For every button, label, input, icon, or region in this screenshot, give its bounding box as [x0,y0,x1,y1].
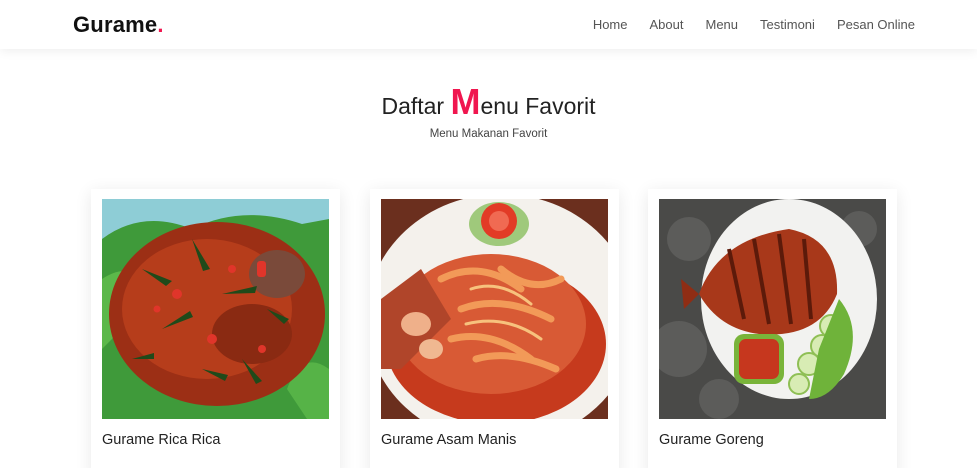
brand-logo[interactable]: Gurame. [73,12,164,38]
section-subtitle: Menu Makanan Favorit [429,128,548,140]
nav-links: Home About Menu Testimoni Pesan Online [593,17,915,32]
gurame-rica-rica-photo [102,199,329,419]
section-title-before: Daftar [381,93,451,119]
menu-card[interactable]: Gurame Goreng [648,189,897,468]
menu-cards: Gurame Rica Rica Gurame Asam Manis Guram… [91,189,897,468]
nav-item-pesan-online[interactable]: Pesan Online [837,17,915,32]
section-title-after: enu Favorit [480,93,596,119]
brand-name: Gurame [73,11,158,37]
menu-item-name: Gurame Rica Rica [102,432,221,448]
navbar: Gurame. Home About Menu Testimoni Pesan … [0,0,977,49]
gurame-goreng-photo [659,199,886,419]
menu-card[interactable]: Gurame Asam Manis [370,189,619,468]
menu-item-name: Gurame Goreng [659,432,764,448]
menu-card[interactable]: Gurame Rica Rica [91,189,340,468]
nav-item-home[interactable]: Home [593,17,628,32]
section-title-accent: M [450,81,481,122]
nav-item-about[interactable]: About [650,17,684,32]
nav-item-menu[interactable]: Menu [705,17,738,32]
menu-item-name: Gurame Asam Manis [381,432,517,448]
section-title: Daftar Menu Favorit [0,84,977,120]
gurame-asam-manis-photo [381,199,608,419]
brand-dot: . [157,11,164,37]
nav-item-testimoni[interactable]: Testimoni [760,17,815,32]
